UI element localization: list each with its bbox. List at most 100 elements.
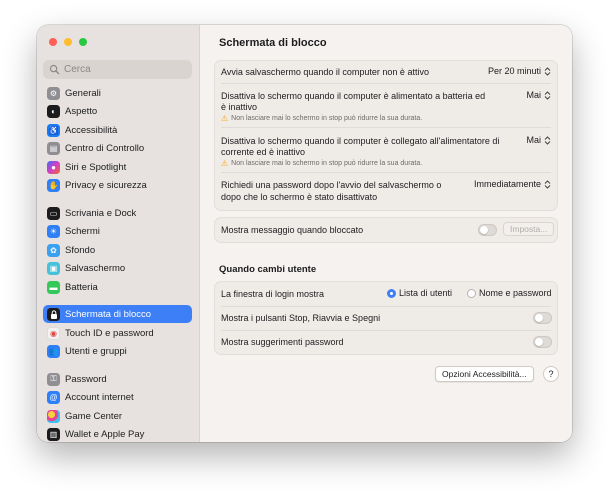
password-label-line1: Richiedi una password dopo l'avvio del s…: [221, 180, 442, 190]
sidebar-item-centro-di-controllo[interactable]: ▤ Centro di Controllo: [43, 139, 192, 157]
sidebar-item-label: Aspetto: [65, 105, 98, 117]
screensaver-label: Avvia salvaschermo quando il computer no…: [221, 67, 429, 77]
settings-window: Cerca ⚙ Generali ◐ Aspetto ♿ Accessibili…: [37, 25, 572, 442]
power-label-line2: corrente ed è inattivo: [221, 147, 306, 157]
hand-icon: ✋: [47, 178, 60, 192]
stepper-icon: [544, 66, 551, 76]
battery-warning-text: Non lasciare mai lo schermo in stop può …: [231, 115, 423, 122]
sidebar-item-password[interactable]: ⚿ Password: [43, 370, 192, 388]
accessibility-options-button[interactable]: Opzioni Accessibilità...: [435, 366, 534, 382]
battery-warning: ⚠ Non lasciare mai lo schermo in stop pu…: [221, 114, 422, 123]
sidebar-item-wallet[interactable]: ▥ Wallet e Apple Pay: [43, 425, 192, 442]
sidebar-item-scrivania[interactable]: ▭ Scrivania e Dock: [43, 204, 192, 222]
users-icon: 👥: [47, 344, 60, 358]
warning-icon: ⚠: [221, 114, 229, 123]
gear-icon: ⚙: [47, 86, 60, 100]
message-toggle[interactable]: [478, 224, 497, 236]
power-value: Mai: [526, 135, 541, 145]
wallpaper-icon: ✿: [47, 243, 60, 257]
battery-icon: ▬: [47, 280, 60, 294]
window-controls: [49, 38, 87, 46]
password-popup[interactable]: Immediatamente: [474, 179, 551, 189]
sidebar-item-schermi[interactable]: ☀ Schermi: [43, 222, 192, 240]
sidebar-item-label: Sfondo: [65, 244, 96, 256]
help-button[interactable]: ?: [543, 366, 559, 382]
sidebar-item-label: Privacy e sicurezza: [65, 179, 147, 191]
sidebar-item-utenti[interactable]: 👥 Utenti e gruppi: [43, 342, 192, 360]
message-card: Mostra messaggio quando bloccato Imposta…: [214, 217, 558, 243]
sidebar-item-batteria[interactable]: ▬ Batteria: [43, 278, 192, 296]
control-center-icon: ▤: [47, 141, 60, 155]
sidebar-item-label: Salvaschermo: [65, 262, 126, 274]
sidebar-item-generali[interactable]: ⚙ Generali: [43, 84, 192, 102]
lock-icon: [47, 307, 60, 321]
sidebar-item-label: Scrivania e Dock: [65, 207, 137, 219]
power-buttons-row: Mostra i pulsanti Stop, Riavvia e Spegni: [215, 307, 557, 331]
battery-value: Mai: [526, 90, 541, 100]
display-icon: ☀: [47, 224, 60, 238]
battery-popup[interactable]: Mai: [526, 90, 551, 100]
sidebar-item-salvaschermo[interactable]: ▣ Salvaschermo: [43, 259, 192, 277]
wallet-icon: ▥: [47, 427, 60, 441]
power-buttons-toggle[interactable]: [533, 312, 552, 324]
sidebar-item-account-internet[interactable]: @ Account internet: [43, 388, 192, 406]
sidebar-item-sfondo[interactable]: ✿ Sfondo: [43, 241, 192, 259]
radio-user-list[interactable]: Lista di utenti: [387, 288, 452, 298]
sidebar: Cerca ⚙ Generali ◐ Aspetto ♿ Accessibili…: [37, 25, 200, 442]
radio-name-password-label: Nome e password: [479, 288, 552, 298]
sidebar-item-label: Schermi: [65, 225, 100, 237]
sidebar-item-label: Batteria: [65, 281, 98, 293]
stepper-icon: [544, 179, 551, 189]
sidebar-item-label: Schermata di blocco: [65, 308, 152, 320]
stepper-icon: [544, 90, 551, 100]
search-input[interactable]: Cerca: [43, 60, 192, 79]
login-window-row: La finestra di login mostra Lista di ute…: [215, 282, 557, 306]
accessibility-icon: ♿: [47, 123, 60, 137]
login-window-label: La finestra di login mostra: [221, 289, 325, 299]
lock-settings-card: Avvia salvaschermo quando il computer no…: [214, 60, 558, 211]
sidebar-item-label: Siri e Spotlight: [65, 161, 127, 173]
switch-user-card: La finestra di login mostra Lista di ute…: [214, 281, 558, 355]
set-message-button[interactable]: Imposta...: [503, 222, 555, 236]
radio-name-password[interactable]: Nome e password: [467, 288, 552, 298]
screensaver-row: Avvia salvaschermo quando il computer no…: [215, 61, 557, 83]
sidebar-item-aspetto[interactable]: ◐ Aspetto: [43, 102, 192, 120]
power-warning: ⚠ Non lasciare mai lo schermo in stop pu…: [221, 159, 422, 168]
power-row: Disattiva lo schermo quando il computer …: [215, 128, 557, 170]
appearance-icon: ◐: [47, 104, 60, 118]
sidebar-item-accessibilita[interactable]: ♿ Accessibilità: [43, 121, 192, 139]
sidebar-item-label: Accessibilità: [65, 124, 118, 136]
sidebar-item-siri[interactable]: ● Siri e Spotlight: [43, 158, 192, 176]
siri-icon: ●: [47, 160, 60, 174]
radio-user-list-label: Lista di utenti: [399, 288, 453, 298]
at-icon: @: [47, 390, 60, 404]
stepper-icon: [544, 135, 551, 145]
password-hints-row: Mostra suggerimenti password: [215, 331, 557, 354]
game-center-icon: [47, 409, 60, 423]
key-icon: ⚿: [47, 372, 60, 386]
sidebar-item-label: Game Center: [65, 410, 123, 422]
zoom-button[interactable]: [79, 38, 87, 46]
power-popup[interactable]: Mai: [526, 135, 551, 145]
password-hints-toggle[interactable]: [533, 336, 552, 348]
sidebar-item-touch-id[interactable]: ◉ Touch ID e password: [43, 324, 192, 342]
section-heading-switch-user: Quando cambi utente: [219, 264, 317, 275]
sidebar-item-label: Password: [65, 373, 107, 385]
screensaver-popup[interactable]: Per 20 minuti: [488, 66, 551, 76]
radio-selected-icon: [387, 288, 396, 298]
radio-unselected-icon: [467, 288, 476, 298]
sidebar-item-privacy[interactable]: ✋ Privacy e sicurezza: [43, 176, 192, 194]
main-pane: Schermata di blocco Avvia salvaschermo q…: [200, 25, 572, 442]
sidebar-item-label: Account internet: [65, 391, 134, 403]
sidebar-item-label: Generali: [65, 87, 101, 99]
sidebar-item-game-center[interactable]: Game Center: [43, 407, 192, 425]
password-value: Immediatamente: [473, 179, 541, 189]
sidebar-item-label: Touch ID e password: [65, 327, 154, 339]
sidebar-item-schermata-di-blocco[interactable]: Schermata di blocco: [43, 305, 192, 323]
password-label-line2: dopo che lo schermo è stato disattivato: [221, 192, 378, 202]
sidebar-item-label: Centro di Controllo: [65, 142, 145, 154]
search-icon: [49, 64, 60, 75]
battery-label-line1: Disattiva lo schermo quando il computer …: [221, 91, 486, 101]
close-button[interactable]: [49, 38, 57, 46]
minimize-button[interactable]: [64, 38, 72, 46]
